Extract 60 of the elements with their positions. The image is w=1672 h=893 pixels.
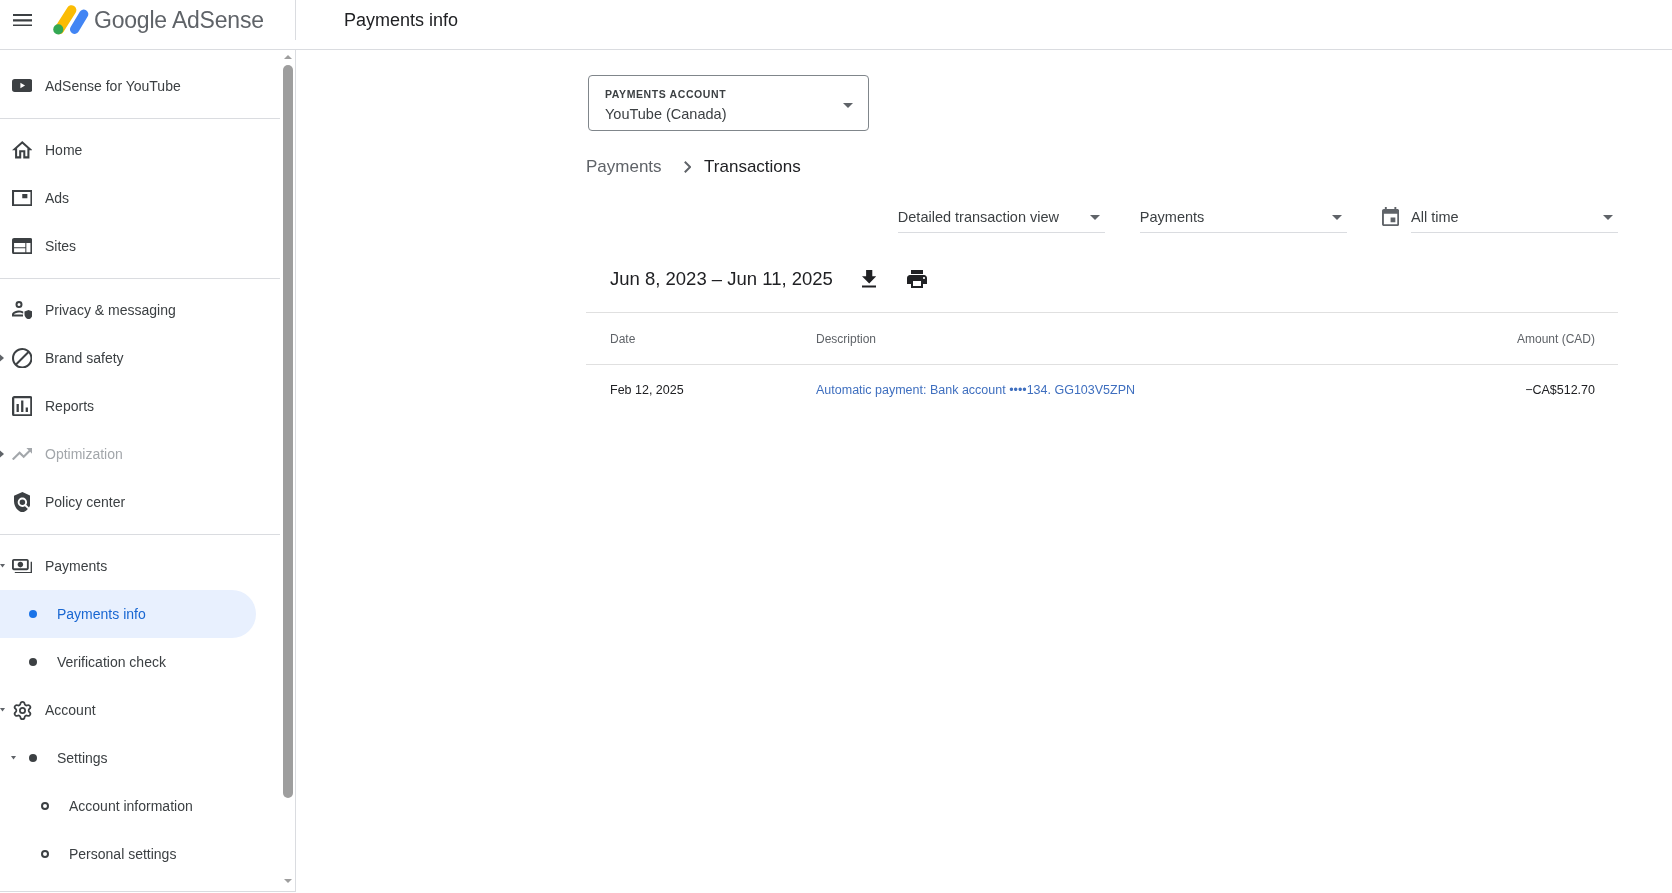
dot-icon	[29, 658, 37, 666]
shield-search-icon	[13, 491, 31, 513]
frame-icon	[11, 189, 33, 207]
dot-icon	[29, 754, 37, 762]
breadcrumb-link[interactable]: Payments	[586, 157, 662, 177]
column-header: Amount (CAD)	[1516, 331, 1595, 346]
scroll-up-icon[interactable]	[284, 55, 292, 59]
play-icon	[11, 79, 33, 93]
brand-name: Google AdSense	[94, 6, 264, 34]
nav-item[interactable]: Personal settings	[0, 830, 256, 878]
nav-item[interactable]: Brand safety	[0, 334, 256, 382]
person-shield-icon	[11, 300, 33, 320]
transaction-link[interactable]: Automatic payment: Bank account ••••134. GG103V5ZPN	[816, 383, 1136, 397]
nav-item[interactable]: Verification check	[0, 638, 256, 686]
gear-icon	[11, 699, 33, 721]
logo-icon	[53, 5, 89, 35]
dropdown-arrow-icon	[843, 102, 853, 108]
dropdown[interactable]: Payments	[1139, 202, 1347, 233]
bar-chart-icon	[11, 395, 33, 417]
nav-item[interactable]: Home	[0, 126, 256, 174]
dropdown-arrow-icon	[1331, 214, 1342, 220]
nav-item[interactable]: Policy center	[0, 478, 256, 526]
nav-item[interactable]: Reports	[0, 382, 256, 430]
scroll-down-icon[interactable]	[284, 879, 292, 883]
date-range-title: Jun 8, 2023 – Jun 11, 2025	[610, 268, 833, 290]
nav-item[interactable]: AdSense for YouTube	[0, 62, 256, 110]
account-select[interactable]: PAYMENTS ACCOUNT YouTube (Canada)	[588, 75, 869, 131]
home-icon	[11, 141, 33, 159]
dropdown-arrow-icon	[1603, 214, 1613, 220]
nav-item[interactable]: Payments info	[0, 590, 256, 638]
download-icon[interactable]	[861, 270, 877, 288]
ring-icon	[41, 802, 49, 810]
block-icon	[11, 347, 33, 369]
trending-up-icon	[11, 447, 33, 461]
dropdown[interactable]: All time	[1411, 202, 1618, 233]
web-layout-icon	[11, 237, 33, 255]
table-cell: Feb 12, 2025	[610, 383, 684, 397]
breadcrumb-current: Transactions	[704, 157, 801, 177]
dropdown-arrow-icon	[1089, 214, 1100, 220]
nav-item[interactable]: Settings	[0, 734, 256, 782]
caret-icon[interactable]	[0, 353, 5, 363]
dropdown[interactable]: Detailed transaction view	[897, 202, 1105, 233]
print-icon[interactable]	[907, 270, 928, 288]
nav-item[interactable]: Account	[0, 686, 256, 734]
scrollbar-thumb[interactable]	[283, 65, 293, 798]
column-header: Description	[816, 331, 877, 346]
menu-icon[interactable]	[13, 13, 32, 27]
nav-item[interactable]: Payments	[0, 542, 256, 590]
column-header: Date	[610, 331, 636, 346]
chevron-right-icon	[683, 161, 692, 173]
page-title: Payments info	[344, 8, 459, 32]
dot-icon	[29, 610, 37, 618]
cash-icon	[11, 558, 33, 574]
table-cell: −CA$512.70	[1525, 383, 1595, 397]
nav-item[interactable]: Sites	[0, 222, 256, 270]
ring-icon	[41, 850, 49, 858]
calendar-icon[interactable]	[1381, 207, 1399, 228]
nav-item[interactable]: Ads	[0, 174, 256, 222]
nav-item[interactable]: Privacy & messaging	[0, 286, 256, 334]
nav-item[interactable]: Account information	[0, 782, 256, 830]
